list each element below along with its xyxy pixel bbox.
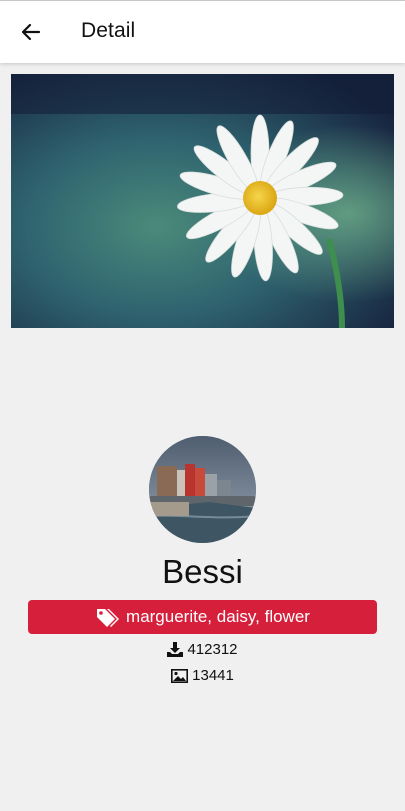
user-name: Bessi [162, 553, 243, 590]
download-icon [167, 642, 184, 657]
images-count: 13441 [192, 667, 234, 684]
tags-text: marguerite, daisy, flower [126, 607, 310, 626]
avatar [149, 436, 256, 543]
tags-icon [97, 609, 120, 627]
downloads-count: 412312 [187, 641, 238, 658]
images-stat: 13441 [0, 667, 405, 684]
hero-image [11, 74, 394, 328]
back-button[interactable] [12, 13, 50, 51]
app-bar: Detail [0, 1, 405, 63]
page-title: Detail [81, 19, 136, 42]
tags-badge: marguerite, daisy, flower [28, 600, 377, 634]
arrow-left-icon [21, 23, 41, 41]
image-icon [171, 668, 189, 683]
downloads-stat: 412312 [0, 641, 405, 658]
